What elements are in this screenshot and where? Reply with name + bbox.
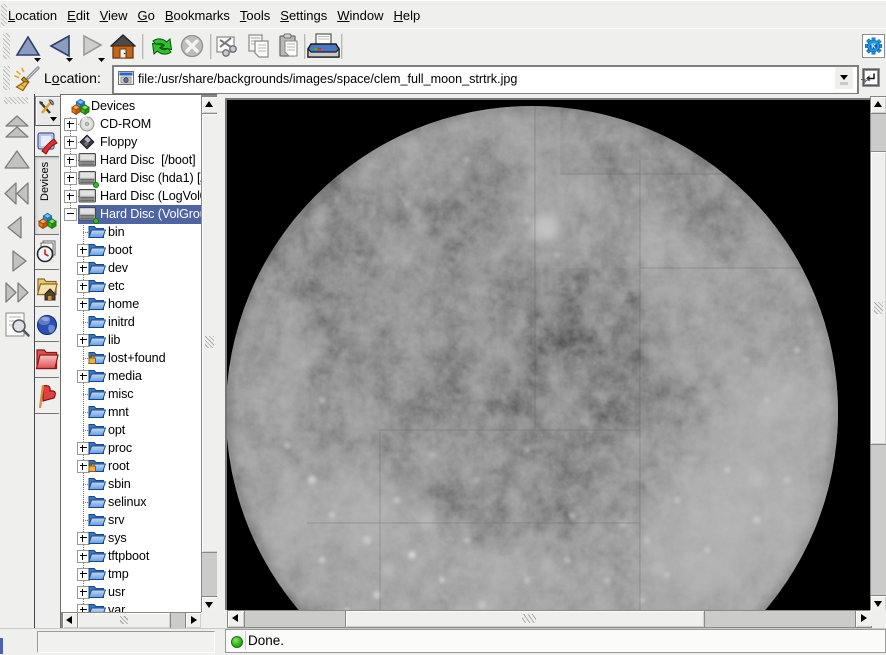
svg-text:K: K <box>871 43 876 50</box>
